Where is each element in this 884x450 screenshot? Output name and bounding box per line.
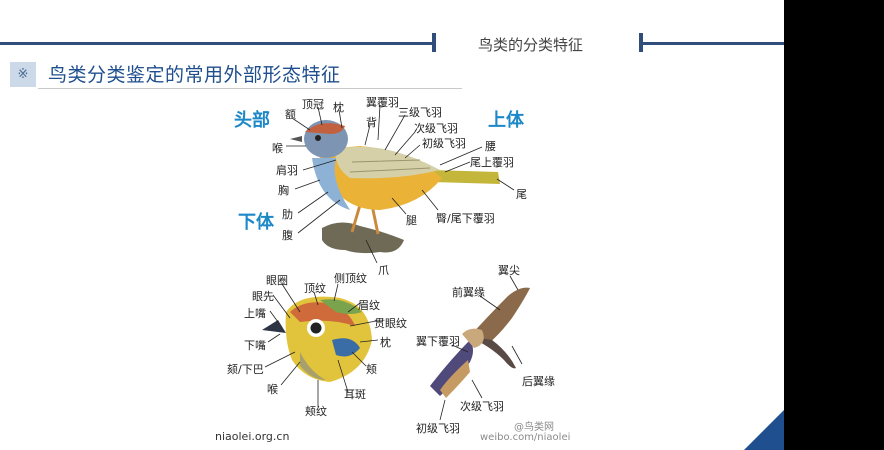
head-illustration [262,296,372,382]
label-hou2: 喉 [267,383,278,396]
label-zhen: 枕 [333,101,344,114]
label-xiong: 胸 [278,184,289,197]
label-yj: 翼尖 [498,264,520,277]
region-head: 头部 [234,110,270,131]
label-tunwei: 臀/尾下覆羽 [436,212,495,225]
label-yao: 腰 [485,140,496,153]
label-yq: 眼圈 [266,274,288,287]
label-bei: 背 [366,116,377,129]
label-cjfy2: 次级飞羽 [460,400,504,413]
label-yfy: 翼覆羽 [366,96,399,109]
weibo-url: weibo.com/niaolei [480,432,571,443]
label-zhen2: 枕 [380,336,391,349]
label-cjfy3: 初级飞羽 [416,422,460,435]
label-fu: 腹 [282,229,293,242]
label-tui: 腿 [406,214,417,227]
slide: 鸟类的分类特征 ※ 鸟类分类鉴定的常用外部形态特征 头部 上体 下体 额 顶冠 … [0,0,784,450]
label-xs: 下嘴 [244,339,266,352]
label-jianyu: 肩羽 [276,164,298,177]
label-dg: 顶冠 [302,98,324,111]
label-eb: 耳斑 [344,388,366,401]
bird-diagram [262,104,530,421]
region-lower: 下体 [238,212,274,233]
region-upper: 上体 [488,110,524,131]
label-hyy: 后翼缘 [522,375,555,388]
label-dw: 顶纹 [304,282,326,295]
corner-decoration [744,410,784,450]
footer-site: niaolei.org.cn [215,430,290,443]
label-zhua: 爪 [378,264,389,277]
label-kx: 颏/下巴 [227,363,264,376]
weibo-name: @鸟类网 [514,422,554,433]
label-cjfy: 次级飞羽 [414,122,458,135]
label-yx: 眼先 [252,290,274,303]
label-ss: 上嘴 [244,307,266,320]
full-bird-illustration [290,120,500,254]
label-jiaw: 颊纹 [305,405,327,418]
label-lei: 肋 [282,208,293,221]
label-wei: 尾 [516,188,527,201]
label-mw: 眉纹 [358,299,380,312]
label-yxfy: 翼下覆羽 [416,335,460,348]
label-cdw: 侧顶纹 [334,272,367,285]
label-sjfy: 三级飞羽 [398,106,442,119]
label-jia: 颊 [366,363,377,376]
label-cjfy1: 初级飞羽 [422,137,466,150]
label-gyw: 贯眼纹 [374,317,407,330]
label-hou: 喉 [272,142,283,155]
label-wsfy: 尾上覆羽 [470,156,514,169]
label-e: 额 [285,108,296,121]
label-qyy: 前翼缘 [452,286,485,299]
